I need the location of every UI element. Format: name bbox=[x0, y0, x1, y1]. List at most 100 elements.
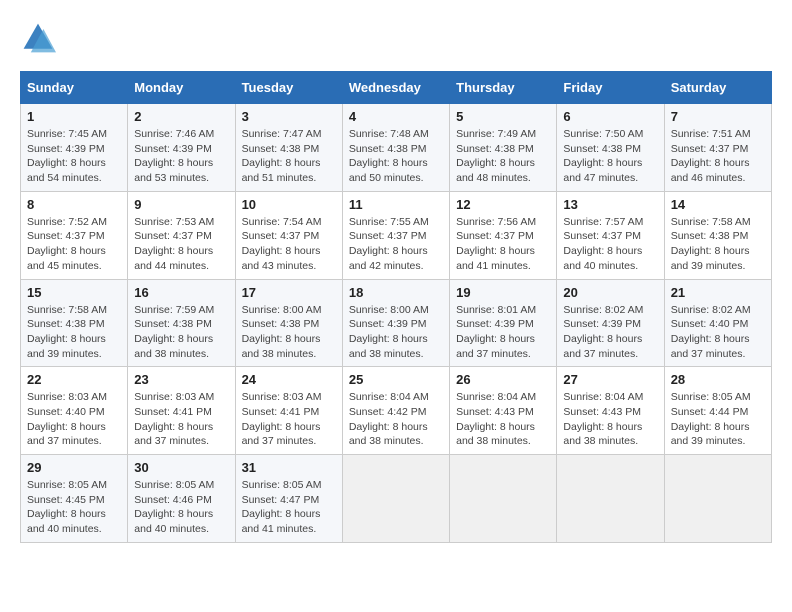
calendar-cell bbox=[664, 455, 771, 543]
day-info: Sunrise: 7:58 AMSunset: 4:38 PMDaylight:… bbox=[27, 303, 121, 362]
day-number: 24 bbox=[242, 372, 336, 387]
day-header-friday: Friday bbox=[557, 72, 664, 104]
calendar-cell: 30Sunrise: 8:05 AMSunset: 4:46 PMDayligh… bbox=[128, 455, 235, 543]
day-info: Sunrise: 8:04 AMSunset: 4:43 PMDaylight:… bbox=[456, 390, 550, 449]
day-number: 3 bbox=[242, 109, 336, 124]
calendar-cell: 20Sunrise: 8:02 AMSunset: 4:39 PMDayligh… bbox=[557, 279, 664, 367]
calendar-cell: 9 Sunrise: 7:53 AMSunset: 4:37 PMDaylight… bbox=[128, 191, 235, 279]
calendar-cell: 13 Sunrise: 7:57 AMSunset: 4:37 PMDayligh… bbox=[557, 191, 664, 279]
logo bbox=[20, 20, 62, 56]
calendar-cell: 22 Sunrise: 8:03 AMSunset: 4:40 PMDayligh… bbox=[21, 367, 128, 455]
calendar-cell: 15 Sunrise: 7:58 AMSunset: 4:38 PMDayligh… bbox=[21, 279, 128, 367]
day-header-saturday: Saturday bbox=[664, 72, 771, 104]
calendar-cell bbox=[450, 455, 557, 543]
day-info: Sunrise: 8:04 AMSunset: 4:42 PMDaylight:… bbox=[349, 390, 443, 449]
calendar-cell: 6Sunrise: 7:50 AMSunset: 4:38 PMDaylight… bbox=[557, 104, 664, 192]
day-number: 8 bbox=[27, 197, 121, 212]
day-info: Sunrise: 7:56 AMSunset: 4:37 PMDaylight:… bbox=[456, 215, 550, 274]
day-info: Sunrise: 7:59 AMSunset: 4:38 PMDaylight:… bbox=[134, 303, 228, 362]
calendar-cell: 2 Sunrise: 7:46 AMSunset: 4:39 PMDaylight… bbox=[128, 104, 235, 192]
day-info: Sunrise: 7:57 AMSunset: 4:37 PMDaylight:… bbox=[563, 215, 657, 274]
day-info: Sunrise: 8:04 AMSunset: 4:43 PMDaylight:… bbox=[563, 390, 657, 449]
calendar-header-row: SundayMondayTuesdayWednesdayThursdayFrid… bbox=[21, 72, 772, 104]
day-number: 30 bbox=[134, 460, 228, 475]
day-number: 2 bbox=[134, 109, 228, 124]
day-number: 1 bbox=[27, 109, 121, 124]
day-info: Sunrise: 8:05 AMSunset: 4:45 PMDaylight:… bbox=[27, 478, 121, 537]
calendar-cell: 24Sunrise: 8:03 AMSunset: 4:41 PMDayligh… bbox=[235, 367, 342, 455]
calendar-cell: 26 Sunrise: 8:04 AMSunset: 4:43 PMDayligh… bbox=[450, 367, 557, 455]
day-info: Sunrise: 7:52 AMSunset: 4:37 PMDaylight:… bbox=[27, 215, 121, 274]
day-number: 21 bbox=[671, 285, 765, 300]
calendar-cell: 23Sunrise: 8:03 AMSunset: 4:41 PMDayligh… bbox=[128, 367, 235, 455]
calendar-cell: 4Sunrise: 7:48 AMSunset: 4:38 PMDaylight… bbox=[342, 104, 449, 192]
day-info: Sunrise: 7:46 AMSunset: 4:39 PMDaylight:… bbox=[134, 127, 228, 186]
calendar-table: SundayMondayTuesdayWednesdayThursdayFrid… bbox=[20, 71, 772, 543]
day-number: 25 bbox=[349, 372, 443, 387]
calendar-cell: 27 Sunrise: 8:04 AMSunset: 4:43 PMDayligh… bbox=[557, 367, 664, 455]
day-info: Sunrise: 7:51 AMSunset: 4:37 PMDaylight:… bbox=[671, 127, 765, 186]
day-number: 23 bbox=[134, 372, 228, 387]
day-info: Sunrise: 8:03 AMSunset: 4:40 PMDaylight:… bbox=[27, 390, 121, 449]
day-number: 13 bbox=[563, 197, 657, 212]
day-header-monday: Monday bbox=[128, 72, 235, 104]
calendar-cell: 18 Sunrise: 8:00 AMSunset: 4:39 PMDayligh… bbox=[342, 279, 449, 367]
logo-icon bbox=[20, 20, 56, 56]
calendar-cell: 11Sunrise: 7:55 AMSunset: 4:37 PMDayligh… bbox=[342, 191, 449, 279]
calendar-cell: 31 Sunrise: 8:05 AMSunset: 4:47 PMDayligh… bbox=[235, 455, 342, 543]
calendar-cell: 14 Sunrise: 7:58 AMSunset: 4:38 PMDayligh… bbox=[664, 191, 771, 279]
day-number: 20 bbox=[563, 285, 657, 300]
calendar-cell: 21 Sunrise: 8:02 AMSunset: 4:40 PMDayligh… bbox=[664, 279, 771, 367]
day-number: 29 bbox=[27, 460, 121, 475]
calendar-week-row: 29 Sunrise: 8:05 AMSunset: 4:45 PMDayligh… bbox=[21, 455, 772, 543]
day-info: Sunrise: 7:50 AMSunset: 4:38 PMDaylight:… bbox=[563, 127, 657, 186]
calendar-cell: 10 Sunrise: 7:54 AMSunset: 4:37 PMDayligh… bbox=[235, 191, 342, 279]
day-header-tuesday: Tuesday bbox=[235, 72, 342, 104]
day-info: Sunrise: 7:54 AMSunset: 4:37 PMDaylight:… bbox=[242, 215, 336, 274]
calendar-cell: 28Sunrise: 8:05 AMSunset: 4:44 PMDayligh… bbox=[664, 367, 771, 455]
calendar-cell bbox=[342, 455, 449, 543]
day-number: 31 bbox=[242, 460, 336, 475]
day-number: 19 bbox=[456, 285, 550, 300]
calendar-week-row: 1 Sunrise: 7:45 AMSunset: 4:39 PMDaylight… bbox=[21, 104, 772, 192]
day-number: 4 bbox=[349, 109, 443, 124]
day-info: Sunrise: 7:45 AMSunset: 4:39 PMDaylight:… bbox=[27, 127, 121, 186]
day-number: 18 bbox=[349, 285, 443, 300]
calendar-cell: 5 Sunrise: 7:49 AMSunset: 4:38 PMDaylight… bbox=[450, 104, 557, 192]
day-info: Sunrise: 7:47 AMSunset: 4:38 PMDaylight:… bbox=[242, 127, 336, 186]
day-number: 22 bbox=[27, 372, 121, 387]
day-info: Sunrise: 8:00 AMSunset: 4:38 PMDaylight:… bbox=[242, 303, 336, 362]
calendar-cell: 29 Sunrise: 8:05 AMSunset: 4:45 PMDayligh… bbox=[21, 455, 128, 543]
calendar-week-row: 8 Sunrise: 7:52 AMSunset: 4:37 PMDaylight… bbox=[21, 191, 772, 279]
day-number: 7 bbox=[671, 109, 765, 124]
calendar-cell: 16Sunrise: 7:59 AMSunset: 4:38 PMDayligh… bbox=[128, 279, 235, 367]
calendar-week-row: 15 Sunrise: 7:58 AMSunset: 4:38 PMDayligh… bbox=[21, 279, 772, 367]
day-number: 14 bbox=[671, 197, 765, 212]
day-info: Sunrise: 7:58 AMSunset: 4:38 PMDaylight:… bbox=[671, 215, 765, 274]
day-number: 26 bbox=[456, 372, 550, 387]
day-number: 10 bbox=[242, 197, 336, 212]
calendar-cell: 8 Sunrise: 7:52 AMSunset: 4:37 PMDaylight… bbox=[21, 191, 128, 279]
calendar-cell: 19Sunrise: 8:01 AMSunset: 4:39 PMDayligh… bbox=[450, 279, 557, 367]
calendar-cell bbox=[557, 455, 664, 543]
day-number: 27 bbox=[563, 372, 657, 387]
day-number: 11 bbox=[349, 197, 443, 212]
calendar-cell: 12 Sunrise: 7:56 AMSunset: 4:37 PMDayligh… bbox=[450, 191, 557, 279]
page-header bbox=[20, 20, 772, 56]
day-header-wednesday: Wednesday bbox=[342, 72, 449, 104]
day-info: Sunrise: 8:05 AMSunset: 4:44 PMDaylight:… bbox=[671, 390, 765, 449]
day-info: Sunrise: 8:05 AMSunset: 4:47 PMDaylight:… bbox=[242, 478, 336, 537]
calendar-cell: 7 Sunrise: 7:51 AMSunset: 4:37 PMDaylight… bbox=[664, 104, 771, 192]
day-number: 5 bbox=[456, 109, 550, 124]
day-info: Sunrise: 8:00 AMSunset: 4:39 PMDaylight:… bbox=[349, 303, 443, 362]
day-info: Sunrise: 8:02 AMSunset: 4:40 PMDaylight:… bbox=[671, 303, 765, 362]
day-info: Sunrise: 7:49 AMSunset: 4:38 PMDaylight:… bbox=[456, 127, 550, 186]
day-info: Sunrise: 7:53 AMSunset: 4:37 PMDaylight:… bbox=[134, 215, 228, 274]
day-header-sunday: Sunday bbox=[21, 72, 128, 104]
day-number: 15 bbox=[27, 285, 121, 300]
day-number: 12 bbox=[456, 197, 550, 212]
calendar-cell: 3 Sunrise: 7:47 AMSunset: 4:38 PMDaylight… bbox=[235, 104, 342, 192]
calendar-cell: 1 Sunrise: 7:45 AMSunset: 4:39 PMDaylight… bbox=[21, 104, 128, 192]
day-number: 17 bbox=[242, 285, 336, 300]
day-number: 9 bbox=[134, 197, 228, 212]
